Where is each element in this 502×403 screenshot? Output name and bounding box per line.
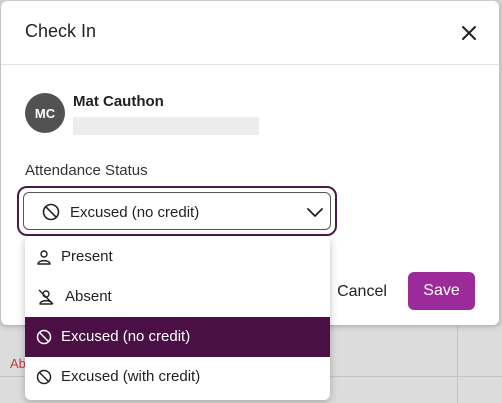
- student-detail-redacted: [73, 117, 259, 135]
- option-label: Absent: [65, 288, 112, 305]
- attendance-status-select[interactable]: Excused (no credit): [23, 192, 331, 230]
- ban-icon: [36, 369, 52, 385]
- person-icon: [37, 250, 51, 265]
- avatar: MC: [25, 93, 65, 133]
- save-button[interactable]: Save: [408, 272, 475, 310]
- option-label: Present: [61, 248, 113, 265]
- option-label: Excused (no credit): [61, 328, 191, 345]
- dialog-header: Check In: [1, 1, 499, 65]
- ban-icon: [42, 203, 60, 221]
- attendance-status-select-focus-ring: Excused (no credit): [17, 186, 337, 236]
- background-divider: [457, 326, 458, 403]
- ban-icon: [36, 329, 52, 345]
- close-button[interactable]: [457, 21, 481, 45]
- person-slash-icon: [38, 289, 54, 305]
- student-name: Mat Cauthon: [73, 93, 164, 110]
- attendance-status-label: Attendance Status: [25, 162, 148, 179]
- dialog-title: Check In: [25, 21, 97, 41]
- close-icon: [462, 26, 476, 40]
- option-label: Excused (with credit): [61, 368, 201, 385]
- chevron-down-icon: [307, 208, 323, 217]
- cancel-button[interactable]: Cancel: [327, 273, 397, 311]
- option-excused-with-credit[interactable]: Excused (with credit): [25, 357, 330, 397]
- attendance-status-dropdown: Present Absent Excused (no credit) Excus…: [25, 236, 330, 400]
- option-absent[interactable]: Absent: [25, 277, 330, 317]
- background-row-text: Ab: [10, 356, 26, 371]
- option-excused-no-credit[interactable]: Excused (no credit): [25, 317, 330, 357]
- attendance-status-value: Excused (no credit): [70, 204, 200, 221]
- option-present[interactable]: Present: [25, 237, 330, 277]
